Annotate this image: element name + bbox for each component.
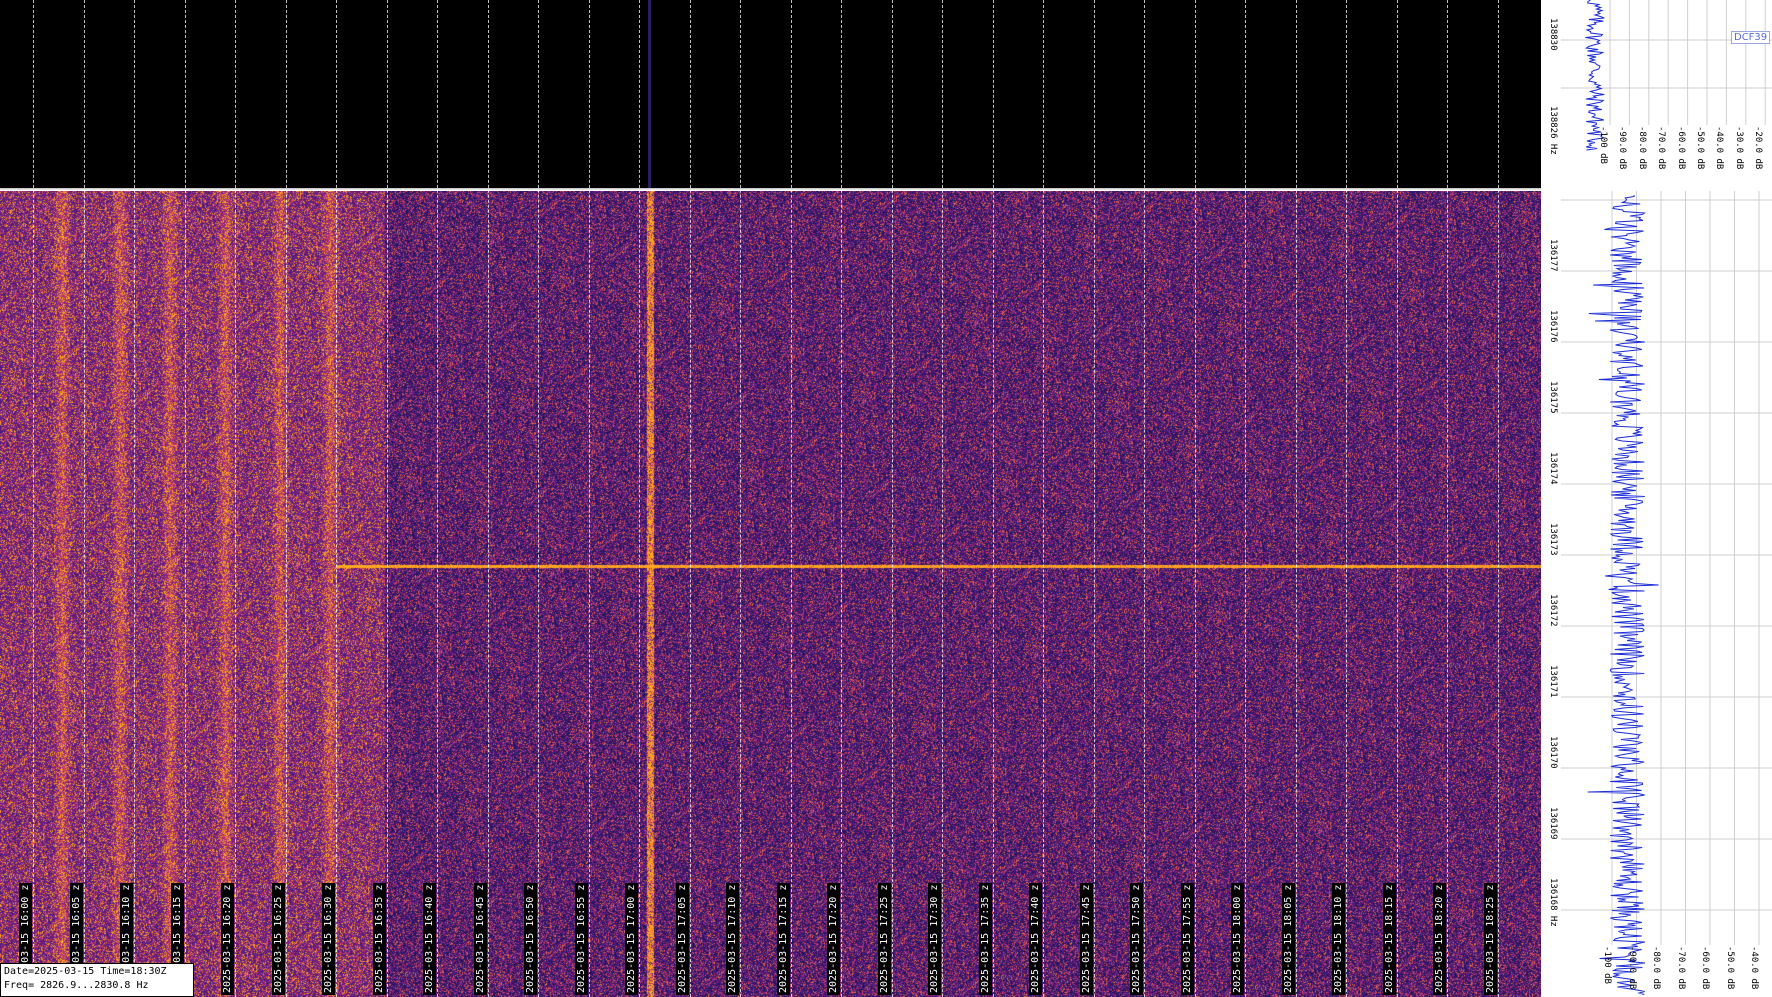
lower-db-label: -50.0 dB — [1724, 946, 1735, 990]
upper-db-label: -30.0 dB — [1733, 126, 1744, 170]
frequency-tick-label: 136174 — [1548, 452, 1558, 485]
lower-db-label: -90.0 dB — [1626, 946, 1637, 990]
frequency-tick-label: 136175 — [1548, 381, 1558, 414]
frequency-tick-label: 136177 — [1548, 239, 1558, 272]
upper-db-label: -40.0 dB — [1714, 126, 1725, 170]
main-waterfall[interactable] — [0, 191, 1541, 997]
lower-db-label: -70.0 dB — [1675, 946, 1686, 990]
frequency-range-readout: Freq= 2826.9...2830.8 Hz — [4, 980, 149, 991]
frequency-tick-label: 136173 — [1548, 523, 1558, 556]
main-frequency-axis: 136177 136176 136175 136174 136173 136172 1361… — [1541, 191, 1561, 997]
upper-db-label: -70.0 dB — [1656, 126, 1667, 170]
spectrogram-window: 138830 138826 Hz 136177 136176 136175 136174… — [0, 0, 1772, 997]
date-time-readout: Date=2025-03-15 Time=18:30Z — [4, 966, 167, 977]
waterfall-canvas[interactable] — [0, 191, 1541, 997]
upper-signal-trace — [648, 0, 651, 188]
upper-db-label: -20.0 dB — [1753, 126, 1764, 170]
upper-db-label: -60.0 dB — [1675, 126, 1686, 170]
frequency-tick-label: 136172 — [1548, 594, 1558, 627]
lower-db-label: -60.0 dB — [1700, 946, 1710, 990]
lower-db-label: -40.0 dB — [1749, 946, 1759, 990]
lower-db-label: -100 dB — [1602, 946, 1612, 984]
frequency-tick-label: 136169 — [1548, 807, 1558, 840]
main-spectrum-trace — [1587, 195, 1659, 995]
upper-frequency-tick-label: 138830 — [1548, 18, 1558, 51]
upper-db-label: -100 dB — [1598, 126, 1608, 164]
lower-db-label: -80.0 dB — [1651, 946, 1661, 990]
upper-frequency-axis: 138830 138826 Hz — [1541, 0, 1561, 188]
upper-db-label: -90.0 dB — [1617, 126, 1628, 170]
frequency-tick-label: 136176 — [1548, 310, 1558, 343]
upper-db-label: -80.0 dB — [1636, 126, 1647, 170]
upper-spectrum-trace — [1584, 0, 1606, 151]
frequency-tick-label: 136171 — [1548, 665, 1558, 698]
upper-db-label: -50.0 dB — [1695, 126, 1705, 170]
panel-separator-light — [0, 189, 1541, 190]
upper-waterfall[interactable] — [0, 0, 1541, 188]
upper-frequency-tick-label: 138826 Hz — [1548, 106, 1558, 155]
frequency-tick-label: 136168 Hz — [1548, 878, 1558, 927]
spectrum-background — [1561, 0, 1772, 997]
station-label: DCF39 — [1731, 31, 1771, 44]
cursor-info-box: Date=2025-03-15 Time=18:30Z Freq= 2826.9… — [0, 963, 194, 997]
frequency-tick-label: 136170 — [1548, 736, 1558, 769]
